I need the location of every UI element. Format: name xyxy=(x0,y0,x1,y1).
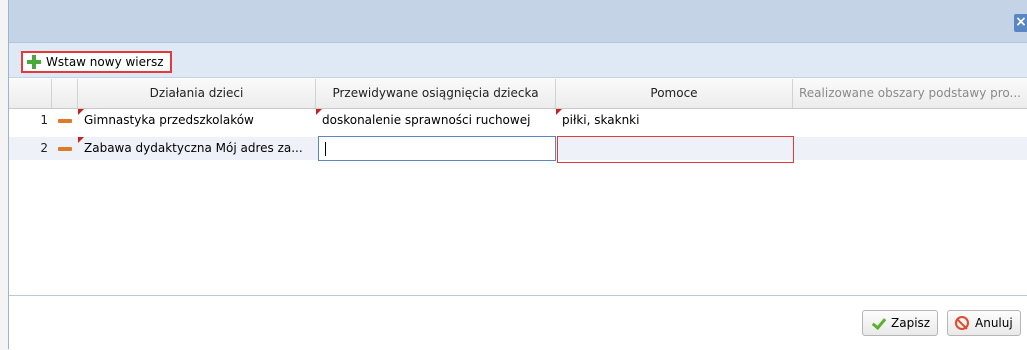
remove-row-button[interactable] xyxy=(52,137,78,160)
save-label: Zapisz xyxy=(891,316,931,330)
cell-dzialania[interactable]: Zabawa dydaktyczna Mój adres za... xyxy=(78,137,316,160)
check-icon xyxy=(870,316,886,330)
cell-obszary[interactable] xyxy=(793,137,1027,160)
cancel-label: Anuluj xyxy=(975,316,1013,330)
text-caret xyxy=(325,142,326,156)
row-number: 2 xyxy=(40,141,48,155)
column-header-dzialania[interactable]: Działania dzieci xyxy=(78,79,316,108)
cancel-icon xyxy=(955,316,969,330)
column-header-action xyxy=(52,79,78,108)
minus-icon xyxy=(58,119,72,123)
title-bar: × xyxy=(9,0,1027,43)
cell-pomoce[interactable]: piłki, skaknki xyxy=(556,109,793,132)
cell-osiagniecia[interactable]: doskonalenie sprawności ruchowej xyxy=(316,109,556,132)
minus-icon xyxy=(58,147,72,151)
row-number: 1 xyxy=(40,113,48,127)
remove-row-button[interactable] xyxy=(52,109,78,132)
column-header-osiagniecia[interactable]: Przewidywane osiągnięcia dziecka xyxy=(316,79,556,108)
toolbar: Wstaw nowy wiersz xyxy=(9,43,1027,78)
dialog-footer: Zapisz Anuluj xyxy=(9,295,1027,350)
column-header-obszary[interactable]: Realizowane obszary podstawy pro... xyxy=(793,79,1027,108)
grid-header: Działania dzieci Przewidywane osiągnięci… xyxy=(9,79,1027,109)
table-row: 1 Gimnastyka przedszkolaków doskonalenie… xyxy=(9,109,1027,132)
close-icon[interactable]: × xyxy=(1014,14,1027,32)
cell-obszary[interactable] xyxy=(793,109,1027,132)
pomoce-highlight-cell[interactable] xyxy=(557,136,794,163)
plus-icon xyxy=(27,55,41,69)
insert-row-label: Wstaw nowy wiersz xyxy=(46,55,164,69)
insert-row-button[interactable]: Wstaw nowy wiersz xyxy=(21,51,172,73)
dialog-window: × Wstaw nowy wiersz Działania dzieci Prz… xyxy=(8,0,1027,350)
column-header-number xyxy=(9,79,52,108)
cell-dzialania[interactable]: Gimnastyka przedszkolaków xyxy=(78,109,316,132)
save-button[interactable]: Zapisz xyxy=(862,310,939,336)
column-header-pomoce[interactable]: Pomoce xyxy=(556,79,793,108)
osiagniecia-edit-input[interactable] xyxy=(318,136,556,161)
cancel-button[interactable]: Anuluj xyxy=(947,310,1021,336)
